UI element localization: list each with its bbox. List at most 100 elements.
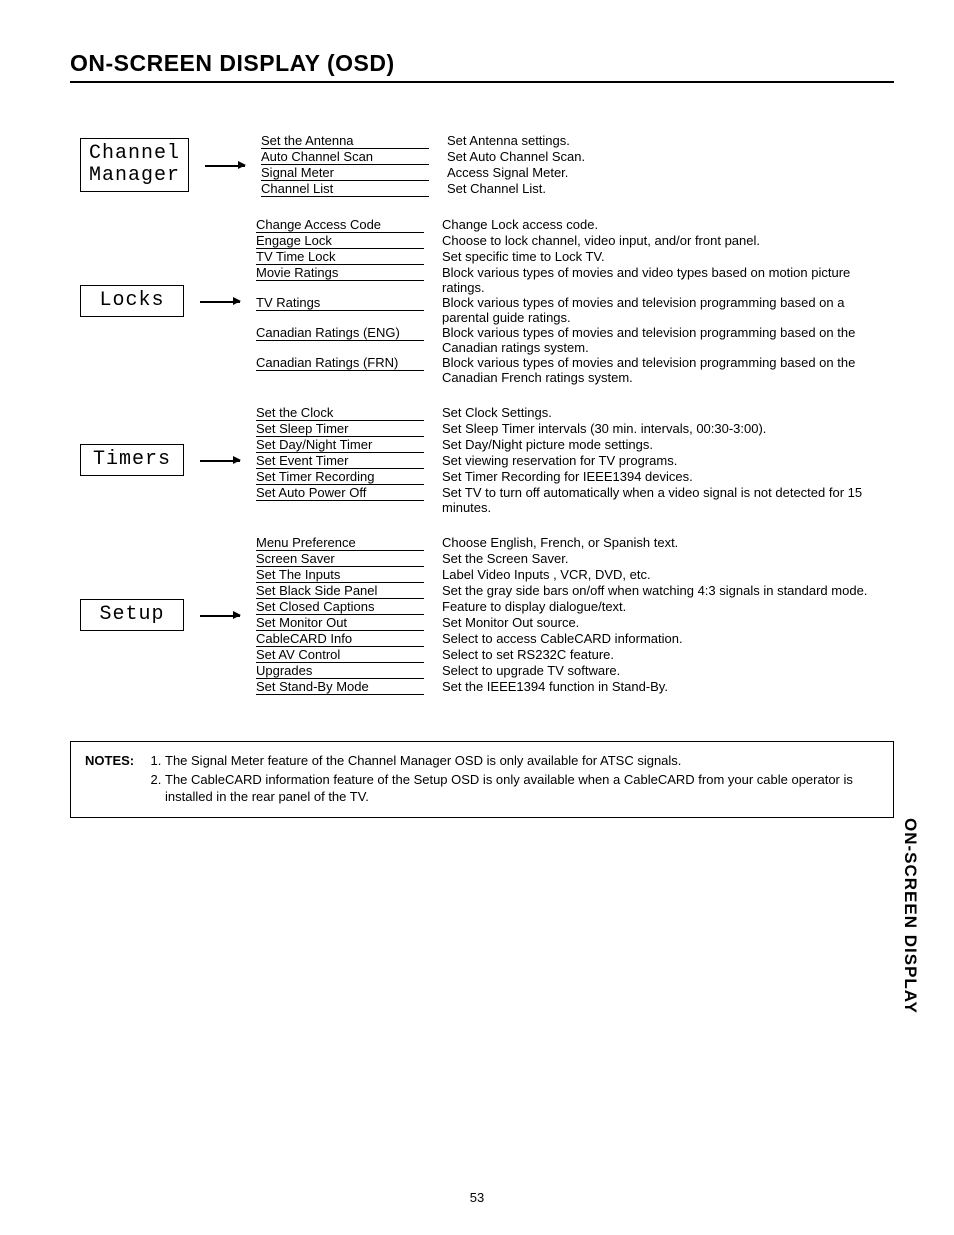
- item-row: Channel ListSet Channel List.: [261, 181, 894, 197]
- item-label: Channel List: [261, 181, 429, 197]
- item-label: Set Auto Power Off: [256, 485, 424, 501]
- items-block: Menu PreferenceChoose English, French, o…: [256, 535, 894, 695]
- item-description: Access Signal Meter.: [429, 165, 894, 180]
- item-label: Set Timer Recording: [256, 469, 424, 485]
- item-label: Set AV Control: [256, 647, 424, 663]
- items-block: Set the AntennaSet Antenna settings.Auto…: [261, 133, 894, 197]
- item-row: TV RatingsBlock various types of movies …: [256, 295, 894, 325]
- side-tab: ON-SCREEN DISPLAY: [900, 818, 920, 1014]
- item-label: Movie Ratings: [256, 265, 424, 281]
- item-row: Canadian Ratings (FRN)Block various type…: [256, 355, 894, 385]
- item-description: Set Day/Night picture mode settings.: [424, 437, 894, 452]
- item-description: Select to upgrade TV software.: [424, 663, 894, 678]
- item-description: Set Auto Channel Scan.: [429, 149, 894, 164]
- item-row: Change Access CodeChange Lock access cod…: [256, 217, 894, 233]
- item-row: Movie RatingsBlock various types of movi…: [256, 265, 894, 295]
- note-item: The CableCARD information feature of the…: [165, 771, 879, 805]
- item-row: CableCARD InfoSelect to access CableCARD…: [256, 631, 894, 647]
- item-description: Set Monitor Out source.: [424, 615, 894, 630]
- notes-list: The Signal Meter feature of the Channel …: [143, 752, 879, 807]
- item-row: Set the ClockSet Clock Settings.: [256, 405, 894, 421]
- item-row: Set Closed CaptionsFeature to display di…: [256, 599, 894, 615]
- item-description: Label Video Inputs , VCR, DVD, etc.: [424, 567, 894, 582]
- item-label: Set Closed Captions: [256, 599, 424, 615]
- item-row: Set AV ControlSelect to set RS232C featu…: [256, 647, 894, 663]
- item-label: Canadian Ratings (FRN): [256, 355, 424, 371]
- item-description: Select to set RS232C feature.: [424, 647, 894, 662]
- sections-container: Channel Manager Set the AntennaSet Antenn…: [80, 133, 894, 695]
- item-row: Set Timer RecordingSet Timer Recording f…: [256, 469, 894, 485]
- item-label: Set the Antenna: [261, 133, 429, 149]
- item-row: Canadian Ratings (ENG)Block various type…: [256, 325, 894, 355]
- item-row: Set Auto Power OffSet TV to turn off aut…: [256, 485, 894, 515]
- item-row: Engage LockChoose to lock channel, video…: [256, 233, 894, 249]
- item-description: Set the IEEE1394 function in Stand-By.: [424, 679, 894, 694]
- item-description: Set Channel List.: [429, 181, 894, 196]
- item-description: Change Lock access code.: [424, 217, 894, 232]
- item-row: Set Day/Night TimerSet Day/Night picture…: [256, 437, 894, 453]
- items-block: Change Access CodeChange Lock access cod…: [256, 217, 894, 385]
- item-label: TV Time Lock: [256, 249, 424, 265]
- item-label: Screen Saver: [256, 551, 424, 567]
- item-label: Set The Inputs: [256, 567, 424, 583]
- page-number: 53: [470, 1190, 484, 1205]
- item-description: Set Antenna settings.: [429, 133, 894, 148]
- item-row: Menu PreferenceChoose English, French, o…: [256, 535, 894, 551]
- item-label: Set Sleep Timer: [256, 421, 424, 437]
- item-description: Feature to display dialogue/text.: [424, 599, 894, 614]
- category-box: Setup: [80, 599, 184, 631]
- item-description: Set the Screen Saver.: [424, 551, 894, 566]
- item-label: Set Stand-By Mode: [256, 679, 424, 695]
- arrow-icon: [200, 614, 240, 616]
- item-label: Set Black Side Panel: [256, 583, 424, 599]
- item-row: TV Time LockSet specific time to Lock TV…: [256, 249, 894, 265]
- page-title: ON-SCREEN DISPLAY (OSD): [70, 50, 894, 83]
- item-row: Set Monitor OutSet Monitor Out source.: [256, 615, 894, 631]
- item-label: Set Day/Night Timer: [256, 437, 424, 453]
- item-label: Engage Lock: [256, 233, 424, 249]
- item-row: Set Sleep TimerSet Sleep Timer intervals…: [256, 421, 894, 437]
- arrow-icon: [200, 459, 240, 461]
- item-label: Auto Channel Scan: [261, 149, 429, 165]
- arrow-icon: [205, 164, 245, 166]
- arrow-icon: [200, 300, 240, 302]
- item-label: Set Monitor Out: [256, 615, 424, 631]
- item-label: TV Ratings: [256, 295, 424, 311]
- item-description: Set the gray side bars on/off when watch…: [424, 583, 894, 598]
- item-description: Select to access CableCARD information.: [424, 631, 894, 646]
- item-row: Set The InputsLabel Video Inputs , VCR, …: [256, 567, 894, 583]
- item-label: Set the Clock: [256, 405, 424, 421]
- category-box: Channel Manager: [80, 138, 189, 192]
- item-description: Set Sleep Timer intervals (30 min. inter…: [424, 421, 894, 436]
- category-box: Timers: [80, 444, 184, 476]
- item-description: Set specific time to Lock TV.: [424, 249, 894, 264]
- section-row: Setup Menu PreferenceChoose English, Fren…: [80, 535, 894, 695]
- category-box: Locks: [80, 285, 184, 317]
- item-description: Choose to lock channel, video input, and…: [424, 233, 894, 248]
- item-row: Set the AntennaSet Antenna settings.: [261, 133, 894, 149]
- item-label: CableCARD Info: [256, 631, 424, 647]
- item-row: Set Event TimerSet viewing reservation f…: [256, 453, 894, 469]
- item-description: Block various types of movies and televi…: [424, 325, 894, 355]
- item-row: Set Stand-By ModeSet the IEEE1394 functi…: [256, 679, 894, 695]
- item-row: Set Black Side PanelSet the gray side ba…: [256, 583, 894, 599]
- item-description: Set viewing reservation for TV programs.: [424, 453, 894, 468]
- item-description: Set TV to turn off automatically when a …: [424, 485, 894, 515]
- notes-label: NOTES:: [85, 752, 143, 807]
- section-row: TimersSet the ClockSet Clock Settings.Se…: [80, 405, 894, 515]
- item-row: Screen SaverSet the Screen Saver.: [256, 551, 894, 567]
- item-label: Change Access Code: [256, 217, 424, 233]
- item-description: Block various types of movies and video …: [424, 265, 894, 295]
- item-description: Block various types of movies and televi…: [424, 355, 894, 385]
- notes-box: NOTES: The Signal Meter feature of the C…: [70, 741, 894, 818]
- item-label: Upgrades: [256, 663, 424, 679]
- item-description: Set Clock Settings.: [424, 405, 894, 420]
- item-label: Set Event Timer: [256, 453, 424, 469]
- section-row: Channel Manager Set the AntennaSet Antenn…: [80, 133, 894, 197]
- section-row: Locks Change Access CodeChange Lock acces…: [80, 217, 894, 385]
- item-row: Auto Channel ScanSet Auto Channel Scan.: [261, 149, 894, 165]
- item-label: Signal Meter: [261, 165, 429, 181]
- note-item: The Signal Meter feature of the Channel …: [165, 752, 879, 769]
- item-description: Block various types of movies and televi…: [424, 295, 894, 325]
- item-row: UpgradesSelect to upgrade TV software.: [256, 663, 894, 679]
